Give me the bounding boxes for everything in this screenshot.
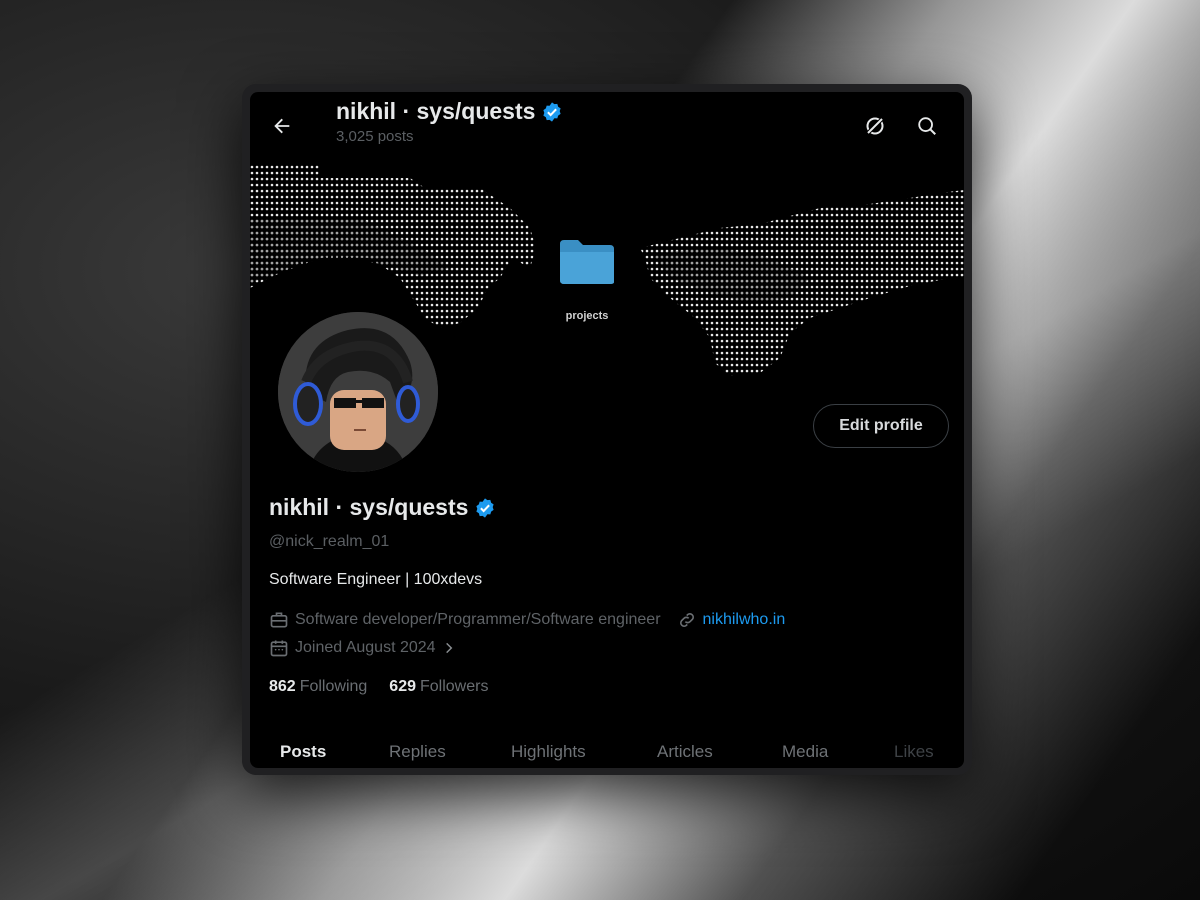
header-title-text: nikhil · sys/quests [336, 98, 536, 124]
tab-likes[interactable]: Likes [894, 742, 934, 762]
verified-badge-icon[interactable] [474, 497, 496, 519]
link-icon [677, 610, 697, 630]
calendar-icon [269, 638, 289, 658]
joined-row[interactable]: Joined August 2024 [269, 638, 456, 658]
tab-articles[interactable]: Articles [657, 742, 713, 762]
folder-icon[interactable] [558, 238, 616, 286]
followers-label: Followers [420, 678, 489, 695]
profile-stats: 862 Following 629 Followers [269, 678, 488, 696]
tab-replies[interactable]: Replies [389, 742, 446, 762]
edit-profile-button[interactable]: Edit profile [813, 404, 949, 448]
following-label: Following [299, 678, 368, 695]
profile-name-text: nikhil · sys/quests [269, 494, 469, 520]
grok-button[interactable] [857, 108, 893, 144]
device-frame: nikhil · sys/quests 3,025 posts projects… [242, 84, 972, 775]
search-button[interactable] [909, 108, 945, 144]
tab-media[interactable]: Media [782, 742, 828, 762]
briefcase-icon [269, 610, 289, 630]
tab-posts[interactable]: Posts [280, 742, 326, 762]
arrow-left-icon [274, 118, 290, 134]
tab-highlights[interactable]: Highlights [511, 742, 586, 762]
profession-text: Software developer/Programmer/Software e… [295, 611, 661, 628]
joined-text: Joined August 2024 [295, 639, 436, 656]
profile-screen: nikhil · sys/quests 3,025 posts projects… [250, 92, 964, 768]
posts-count: 3,025 posts [336, 128, 414, 145]
back-button[interactable] [264, 108, 300, 144]
avatar[interactable] [274, 308, 442, 476]
following-count: 862 [269, 678, 296, 695]
folder-label: projects [565, 310, 609, 322]
profile-meta-row: Software developer/Programmer/Software e… [269, 610, 785, 630]
profile-handle: @nick_realm_01 [269, 533, 390, 550]
following-stat[interactable]: 862 Following [269, 678, 367, 696]
followers-stat[interactable]: 629 Followers [389, 678, 488, 696]
search-icon [918, 117, 936, 135]
avatar-image [278, 312, 438, 472]
verified-badge-icon [543, 101, 562, 122]
profile-name: nikhil · sys/quests [269, 494, 496, 521]
website-link[interactable]: nikhilwho.in [703, 611, 786, 629]
profile-tabs: Posts Replies Highlights Articles Media … [250, 722, 964, 768]
profile-bio: Software Engineer | 100xdevs [269, 571, 483, 588]
header-title: nikhil · sys/quests [336, 98, 563, 125]
chevron-right-icon [442, 641, 456, 655]
grok-icon [865, 116, 885, 136]
followers-count: 629 [389, 678, 416, 695]
